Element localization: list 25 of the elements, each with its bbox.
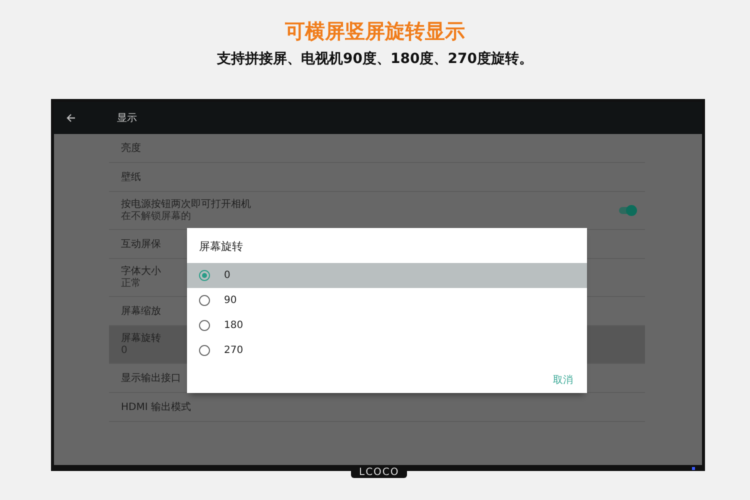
- settings-label: 亮度: [121, 142, 141, 154]
- screen-title: 显示: [117, 112, 137, 125]
- radio-option[interactable]: 90: [187, 288, 587, 313]
- cancel-button[interactable]: 取消: [551, 371, 575, 389]
- settings-summary: 在不解锁屏幕的: [121, 211, 192, 223]
- brand-logo: LCOCO: [351, 467, 408, 478]
- power-led-icon: [692, 467, 695, 470]
- radio-option[interactable]: 0: [187, 263, 587, 288]
- settings-summary: 正常: [121, 278, 142, 290]
- radio-option[interactable]: 270: [187, 338, 587, 363]
- toggle-switch[interactable]: [619, 207, 635, 214]
- radio-option[interactable]: 180: [187, 313, 587, 338]
- dialog-title: 屏幕旋转: [198, 239, 244, 255]
- settings-item[interactable]: 壁纸: [109, 163, 645, 192]
- settings-item[interactable]: 亮度: [109, 134, 645, 163]
- settings-label: 字体大小: [121, 265, 161, 278]
- headline: 可横屏竖屏旋转显示: [285, 18, 465, 44]
- settings-label: 互动屏保: [121, 238, 161, 250]
- settings-label: 按电源按钮两次即可打开相机: [121, 198, 251, 210]
- back-arrow-icon[interactable]: [66, 113, 76, 123]
- settings-label: 壁纸: [121, 170, 141, 184]
- settings-label: HDMI 输出模式: [121, 400, 191, 414]
- settings-label: 显示输出接口: [121, 372, 181, 384]
- settings-label: 屏幕缩放: [121, 304, 161, 318]
- subheadline: 支持拼接屏、电视机90度、180度、270度旋转。: [217, 50, 533, 68]
